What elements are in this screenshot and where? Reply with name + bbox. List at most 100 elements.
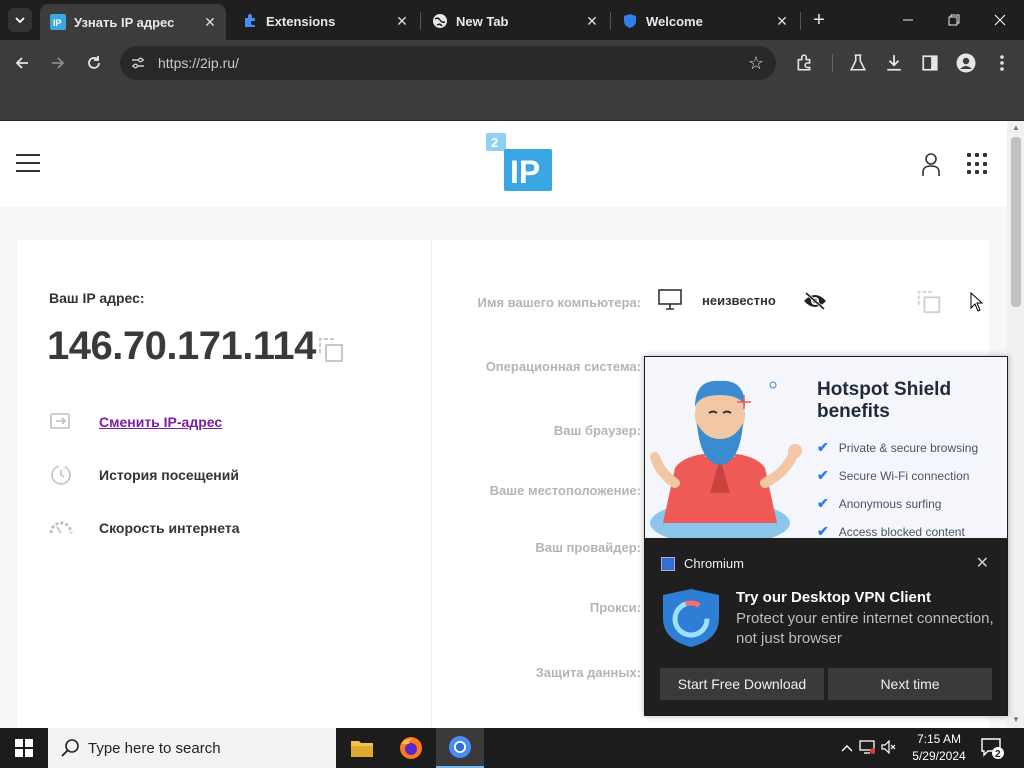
card-divider [431, 240, 432, 728]
folder-icon [351, 741, 373, 757]
download-icon [887, 55, 901, 71]
bookmark-star-icon[interactable]: ☆ [748, 53, 764, 74]
close-tab-icon[interactable]: ✕ [394, 13, 410, 29]
tab-2ip[interactable]: IP Узнать IP адрес ✕ [40, 4, 226, 40]
close-tab-icon[interactable]: ✕ [584, 13, 600, 29]
history-label[interactable]: История посещений [99, 467, 239, 483]
computer-name-label: Имя вашего компьютера: [477, 295, 641, 310]
history-icon [49, 463, 73, 487]
extensions-button[interactable] [791, 50, 817, 76]
site-settings-icon[interactable] [130, 55, 146, 71]
notification-count: 2 [995, 749, 1001, 760]
action-center-icon[interactable]: 2 [980, 736, 1004, 760]
scroll-up-arrow-icon[interactable]: ▲ [1011, 123, 1021, 133]
tab-new-tab[interactable]: New Tab ✕ [422, 6, 608, 36]
benefit-item: ✔ Secure Wi-Fi connection [817, 467, 970, 483]
reload-button[interactable] [81, 50, 107, 76]
user-account-icon[interactable] [918, 151, 944, 177]
start-free-download-button[interactable]: Start Free Download [660, 668, 824, 700]
profile-button[interactable] [953, 50, 979, 76]
start-button[interactable] [0, 728, 48, 768]
url-text[interactable]: https://2ip.ru/ [158, 55, 239, 71]
tab-extensions[interactable]: Extensions ✕ [232, 6, 418, 36]
forward-button[interactable] [45, 50, 71, 76]
file-explorer-taskbar-button[interactable] [338, 728, 386, 768]
history-link[interactable]: История посещений [49, 463, 239, 487]
windows-logo-icon [15, 739, 33, 757]
browser-menu-button[interactable] [989, 50, 1015, 76]
speed-label[interactable]: Скорость интернета [99, 520, 240, 536]
firefox-icon [400, 737, 422, 759]
close-notification-icon[interactable]: ✕ [976, 553, 989, 573]
sparkle-icon [737, 395, 751, 409]
scroll-down-arrow-icon[interactable]: ▼ [1011, 715, 1021, 725]
reload-icon [88, 56, 100, 69]
speed-test-link[interactable]: Скорость интернета [49, 516, 240, 540]
site-header: 2 IP [0, 121, 1007, 207]
tab-welcome[interactable]: Welcome ✕ [612, 6, 798, 36]
close-window-button[interactable] [980, 6, 1020, 34]
mouse-cursor-icon [970, 292, 984, 312]
chromium-taskbar-button[interactable] [436, 728, 484, 768]
restore-button[interactable] [934, 6, 974, 34]
puzzle-icon [797, 54, 811, 71]
svg-text:IP: IP [53, 18, 62, 28]
puzzle-icon [242, 13, 258, 29]
check-icon: ✔ [817, 467, 829, 483]
taskbar-search-placeholder[interactable]: Type here to search [88, 740, 221, 757]
ip-label: Ваш IP адрес: [49, 290, 145, 306]
downloads-button[interactable] [881, 50, 907, 76]
back-button[interactable] [9, 50, 35, 76]
show-hidden-icons-icon[interactable] [838, 741, 856, 755]
sparkle-icon [769, 381, 777, 389]
volume-muted-icon[interactable] [878, 739, 900, 757]
promo-title: Hotspot Shield benefits [817, 379, 952, 422]
vpn-shield-icon [663, 589, 719, 647]
site-logo[interactable]: 2 IP [486, 133, 552, 191]
change-ip-icon [49, 410, 73, 434]
taskbar-search-box[interactable]: Type here to search [48, 728, 336, 768]
data-protection-label: Защита данных: [535, 665, 641, 680]
minimize-icon [903, 19, 913, 21]
hamburger-menu-icon[interactable] [16, 154, 40, 172]
benefit-item: ✔ Anonymous surfing [817, 495, 942, 511]
monitor-icon [658, 289, 682, 310]
notification-body: Protect your entire internet connection,… [736, 610, 994, 647]
taskbar-clock[interactable]: 7:15 AM 5/29/2024 [904, 731, 974, 765]
chromium-app-icon [661, 556, 675, 571]
flask-icon [849, 54, 867, 71]
new-tab-button[interactable]: + [808, 9, 830, 31]
copy-icon[interactable] [317, 336, 345, 364]
scroll-thumb[interactable] [1011, 137, 1021, 307]
close-tab-icon[interactable]: ✕ [202, 14, 218, 30]
check-icon: ✔ [817, 495, 829, 511]
minimize-button[interactable] [888, 6, 928, 34]
tab-separator [420, 12, 421, 30]
2ip-favicon-icon: IP [50, 14, 66, 30]
apps-grid-icon[interactable] [967, 153, 989, 175]
kebab-menu-icon [1000, 55, 1004, 71]
search-icon [61, 739, 79, 757]
change-ip-label[interactable]: Сменить IP-адрес [99, 414, 222, 430]
desktop-notification: Chromium ✕ Try our Desktop VPN Client Pr… [645, 538, 1007, 715]
labs-button[interactable] [845, 50, 871, 76]
close-tab-icon[interactable]: ✕ [774, 13, 790, 29]
vpn-promo-popup: Hotspot Shield benefits ✔ Private & secur… [644, 356, 1008, 716]
firefox-taskbar-button[interactable] [387, 728, 435, 768]
benefit-item: ✔ Private & secure browsing [817, 439, 979, 455]
network-icon[interactable] [856, 739, 878, 757]
eye-slash-icon[interactable] [802, 291, 828, 311]
clock-time: 7:15 AM [916, 732, 962, 746]
windows-taskbar: Type here to search 7:15 AM 5/29/2024 2 [0, 728, 1024, 768]
side-panel-button[interactable] [917, 50, 943, 76]
tab-search-button[interactable] [8, 8, 32, 32]
next-time-button[interactable]: Next time [828, 668, 992, 700]
copy-icon[interactable] [916, 289, 942, 315]
address-bar[interactable]: https://2ip.ru/ ☆ [120, 46, 776, 80]
close-icon [994, 14, 1006, 26]
tab-title: New Tab [456, 13, 509, 29]
change-ip-link[interactable]: Сменить IP-адрес [49, 410, 222, 434]
page-scrollbar[interactable]: ▲ ▼ [1007, 121, 1024, 728]
promo-banner: Hotspot Shield benefits ✔ Private & secur… [645, 357, 1007, 538]
notification-app-name: Chromium [684, 556, 744, 571]
